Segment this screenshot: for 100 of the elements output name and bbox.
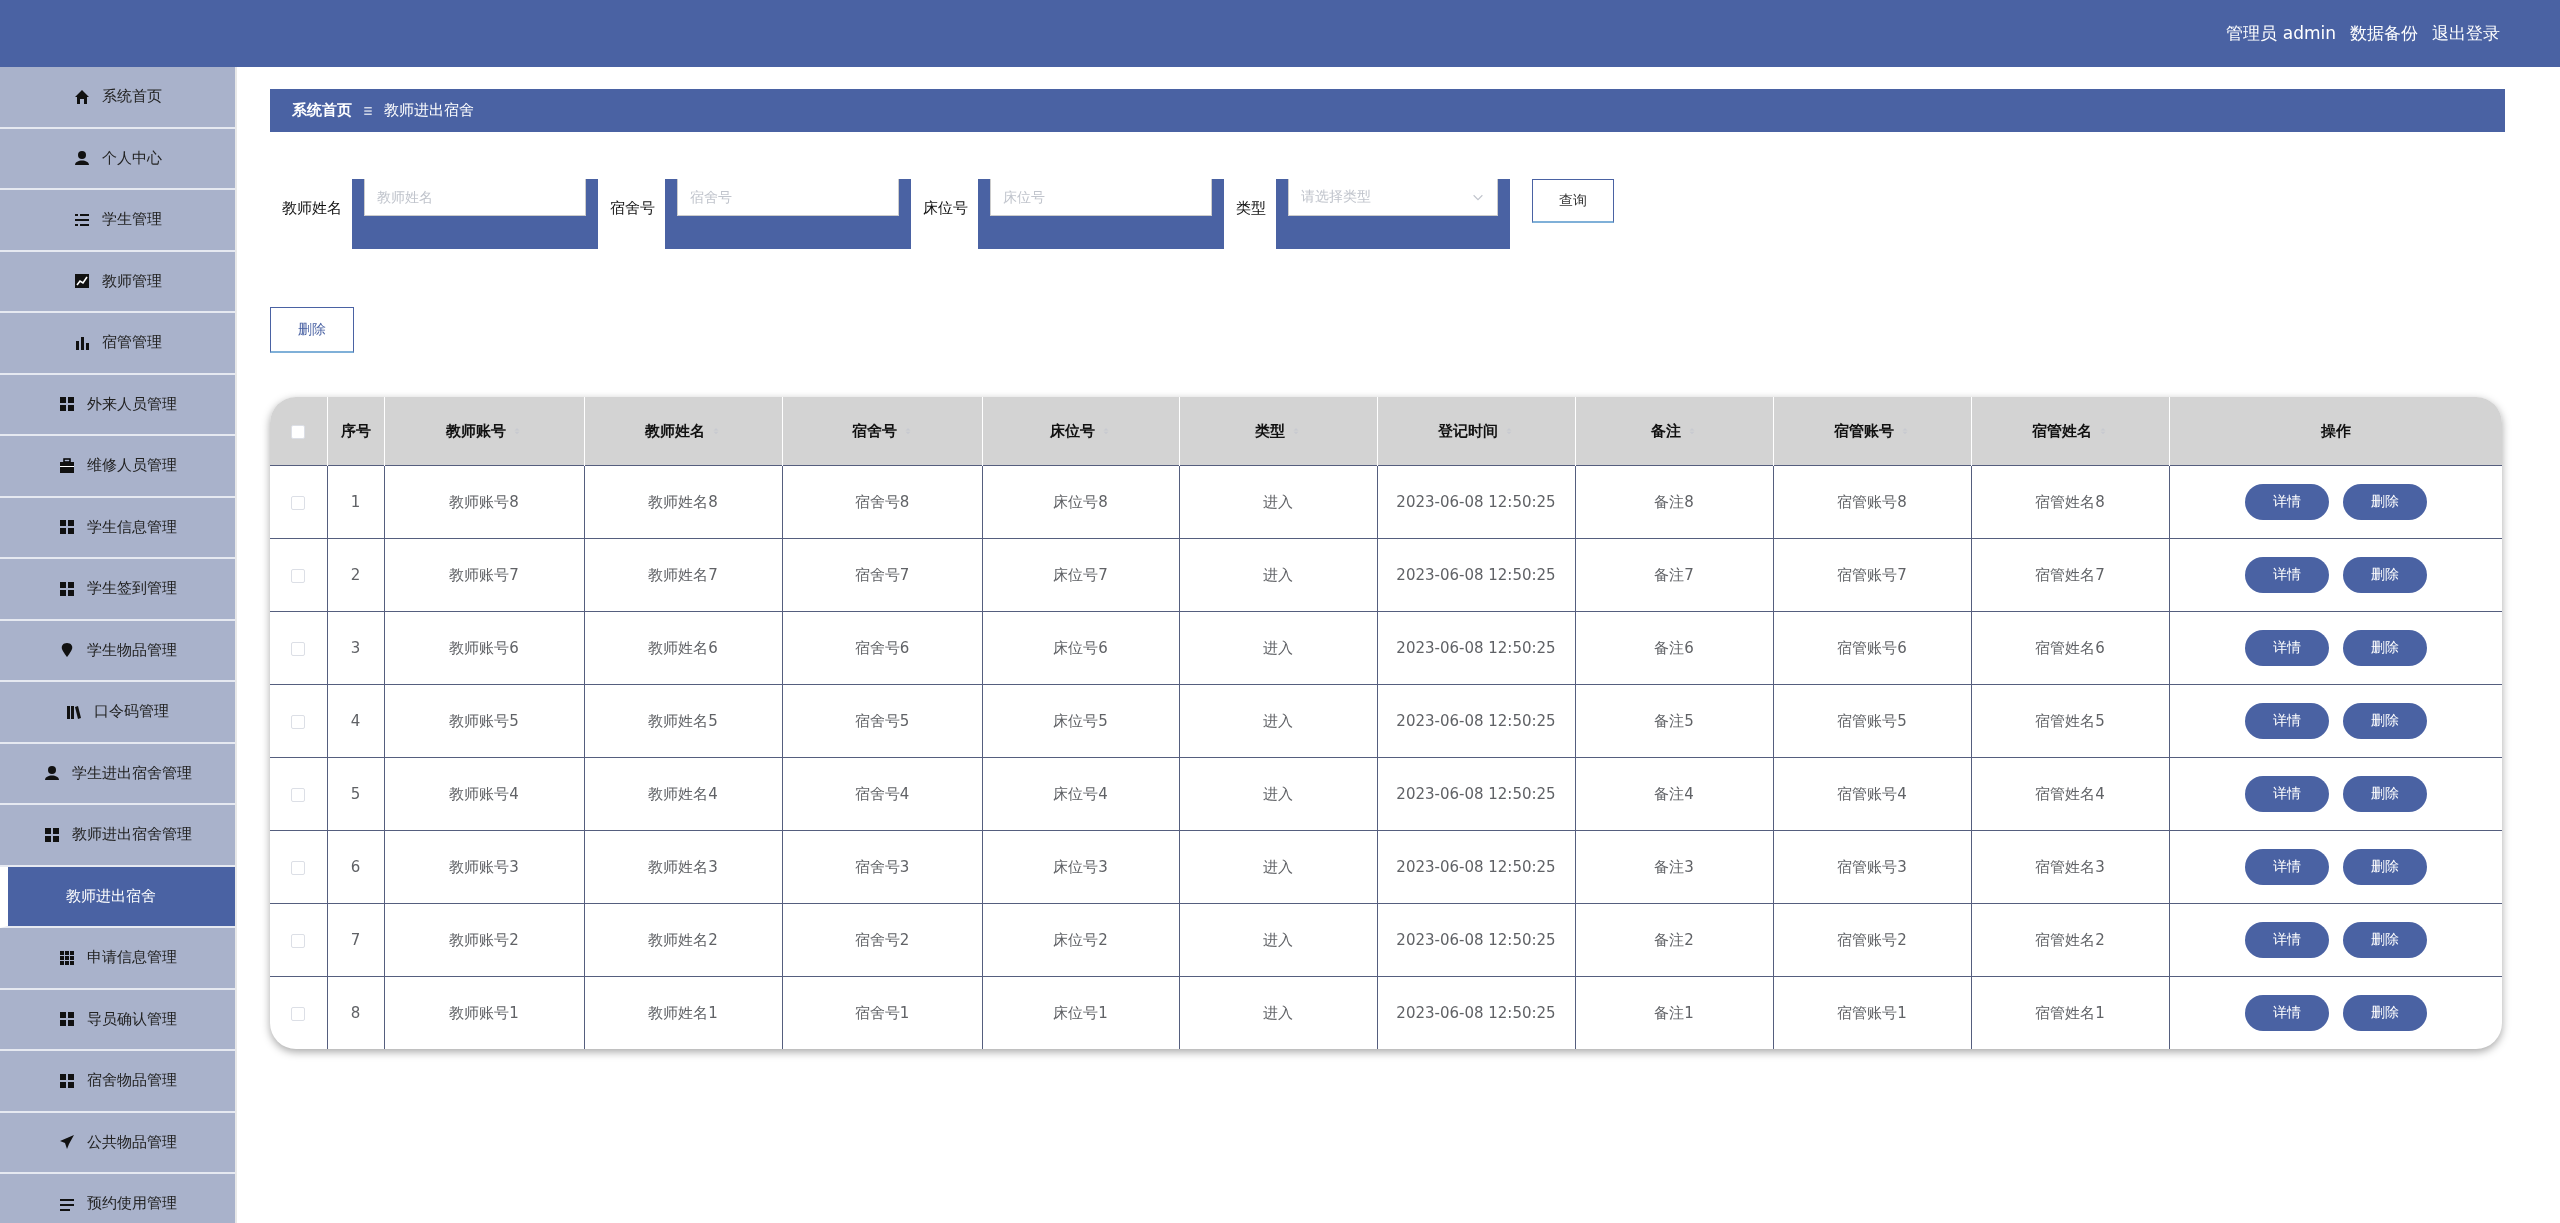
sidebar-item[interactable]: 申请信息管理 xyxy=(0,928,235,990)
table-cell: 教师账号3 xyxy=(449,857,519,876)
table-cell: 进入 xyxy=(1263,1003,1293,1022)
row-delete-button[interactable]: 删除 xyxy=(2342,995,2427,1031)
row-delete-button[interactable]: 删除 xyxy=(2342,557,2427,593)
separator-icon xyxy=(362,104,374,117)
sidebar-item[interactable]: 教师管理 xyxy=(0,251,235,313)
row-delete-button[interactable]: 删除 xyxy=(2342,630,2427,666)
sidebar-item[interactable]: 系统首页 xyxy=(0,67,235,129)
details-button[interactable]: 详情 xyxy=(2244,484,2329,520)
table-cell: 备注4 xyxy=(1654,784,1694,803)
table-cell: 8 xyxy=(350,1004,361,1022)
sidebar-item[interactable]: 学生签到管理 xyxy=(0,559,235,621)
table-cell: 教师姓名7 xyxy=(648,565,718,584)
details-button[interactable]: 详情 xyxy=(2244,776,2329,812)
sidebar-item[interactable]: 学生物品管理 xyxy=(0,620,235,682)
search-field[interactable]: 教师姓名 xyxy=(364,179,586,216)
grid-icon xyxy=(43,826,60,843)
table-cell: 宿管账号5 xyxy=(1837,711,1907,730)
line-chart-icon xyxy=(73,273,90,290)
row-delete-button[interactable]: 删除 xyxy=(2342,922,2427,958)
sidebar-item[interactable]: 教师进出宿舍 xyxy=(0,866,235,928)
table-cell: 2 xyxy=(350,566,361,584)
row-checkbox[interactable] xyxy=(291,495,306,510)
sidebar-item[interactable]: 预约使用管理 xyxy=(0,1174,235,1223)
table-cell: 教师姓名8 xyxy=(648,492,718,511)
table-cell: 进入 xyxy=(1263,638,1293,657)
delete-button[interactable]: 删除 xyxy=(270,307,354,353)
table-cell: 床位号1 xyxy=(1053,1003,1108,1022)
table-cell: 2023-06-08 12:50:25 xyxy=(1396,858,1556,876)
sidebar-item[interactable]: 学生进出宿舍管理 xyxy=(0,743,235,805)
column-header-cell[interactable]: 备注 xyxy=(1575,397,1773,466)
table-cell: 宿管账号2 xyxy=(1837,930,1907,949)
row-checkbox[interactable] xyxy=(291,641,306,656)
table-cell: 教师账号1 xyxy=(449,1003,519,1022)
column-header: 备注 xyxy=(1651,421,1681,441)
search-field[interactable]: 床位号 xyxy=(990,179,1212,216)
select-all-checkbox[interactable] xyxy=(291,424,306,439)
briefcase-icon xyxy=(58,457,75,474)
row-checkbox[interactable] xyxy=(291,933,306,948)
sidebar-item[interactable]: 宿舍物品管理 xyxy=(0,1051,235,1113)
details-button[interactable]: 详情 xyxy=(2244,630,2329,666)
table-cell: 宿管账号7 xyxy=(1837,565,1907,584)
breadcrumb-link[interactable]: 系统首页 xyxy=(292,101,352,120)
table-cell: 教师姓名1 xyxy=(648,1003,718,1022)
row-delete-button[interactable]: 删除 xyxy=(2342,849,2427,885)
column-header-cell[interactable]: 教师账号 xyxy=(384,397,584,466)
row-checkbox[interactable] xyxy=(291,787,306,802)
table-cell: 教师姓名3 xyxy=(648,857,718,876)
column-header-cell[interactable]: 登记时间 xyxy=(1377,397,1575,466)
table-cell: 宿管姓名8 xyxy=(2035,492,2105,511)
table-cell: 进入 xyxy=(1263,857,1293,876)
sidebar-item[interactable]: 个人中心 xyxy=(0,128,235,190)
row-delete-button[interactable]: 删除 xyxy=(2342,776,2427,812)
header-link[interactable]: 退出登录 xyxy=(2432,22,2500,45)
column-header-cell[interactable]: 宿管账号 xyxy=(1773,397,1971,466)
details-button[interactable]: 详情 xyxy=(2244,922,2329,958)
sidebar-item[interactable]: 学生信息管理 xyxy=(0,497,235,559)
table-cell: 宿管姓名2 xyxy=(2035,930,2105,949)
details-button[interactable]: 详情 xyxy=(2244,995,2329,1031)
table-cell: 2023-06-08 12:50:25 xyxy=(1396,712,1556,730)
table-cell: 进入 xyxy=(1263,784,1293,803)
details-button[interactable]: 详情 xyxy=(2244,703,2329,739)
breadcrumb-current: 教师进出宿舍 xyxy=(384,101,474,120)
details-button[interactable]: 详情 xyxy=(2244,849,2329,885)
column-header-cell[interactable]: 宿舍号 xyxy=(782,397,982,466)
row-checkbox[interactable] xyxy=(291,714,306,729)
table-cell: 宿管账号4 xyxy=(1837,784,1907,803)
column-header: 床位号 xyxy=(1050,421,1095,441)
sidebar-item[interactable]: 维修人员管理 xyxy=(0,436,235,498)
details-button[interactable]: 详情 xyxy=(2244,557,2329,593)
table-cell: 宿管姓名4 xyxy=(2035,784,2105,803)
column-header-cell[interactable]: 床位号 xyxy=(982,397,1179,466)
column-header-cell[interactable]: 教师姓名 xyxy=(584,397,782,466)
column-header-cell[interactable]: 类型 xyxy=(1179,397,1377,466)
table-cell: 宿舍号4 xyxy=(854,784,910,803)
sidebar-item[interactable]: 宿管管理 xyxy=(0,313,235,375)
table-cell: 2023-06-08 12:50:25 xyxy=(1396,566,1556,584)
grid-icon xyxy=(58,396,75,413)
table-cell: 宿舍号7 xyxy=(854,565,910,584)
table-cell: 教师账号4 xyxy=(449,784,519,803)
table-cell: 宿管姓名7 xyxy=(2035,565,2105,584)
header-link[interactable]: 数据备份 xyxy=(2350,22,2418,45)
user-label: 管理员 admin xyxy=(2226,22,2336,45)
table-cell: 床位号7 xyxy=(1053,565,1108,584)
sidebar-item[interactable]: 学生管理 xyxy=(0,190,235,252)
sidebar-item[interactable]: 导员确认管理 xyxy=(0,989,235,1051)
sidebar-item[interactable]: 外来人员管理 xyxy=(0,374,235,436)
row-delete-button[interactable]: 删除 xyxy=(2342,484,2427,520)
row-checkbox[interactable] xyxy=(291,860,306,875)
search-field[interactable]: 宿舍号 xyxy=(677,179,899,216)
column-header-cell[interactable]: 宿管姓名 xyxy=(1971,397,2169,466)
sidebar-item[interactable]: 口令码管理 xyxy=(0,682,235,744)
sidebar-item[interactable]: 公共物品管理 xyxy=(0,1112,235,1174)
table-cell: 宿舍号6 xyxy=(854,638,910,657)
row-checkbox[interactable] xyxy=(291,568,306,583)
row-delete-button[interactable]: 删除 xyxy=(2342,703,2427,739)
column-header: 教师姓名 xyxy=(645,421,705,441)
row-checkbox[interactable] xyxy=(291,1006,306,1021)
search-button[interactable]: 查询 xyxy=(1532,179,1614,223)
